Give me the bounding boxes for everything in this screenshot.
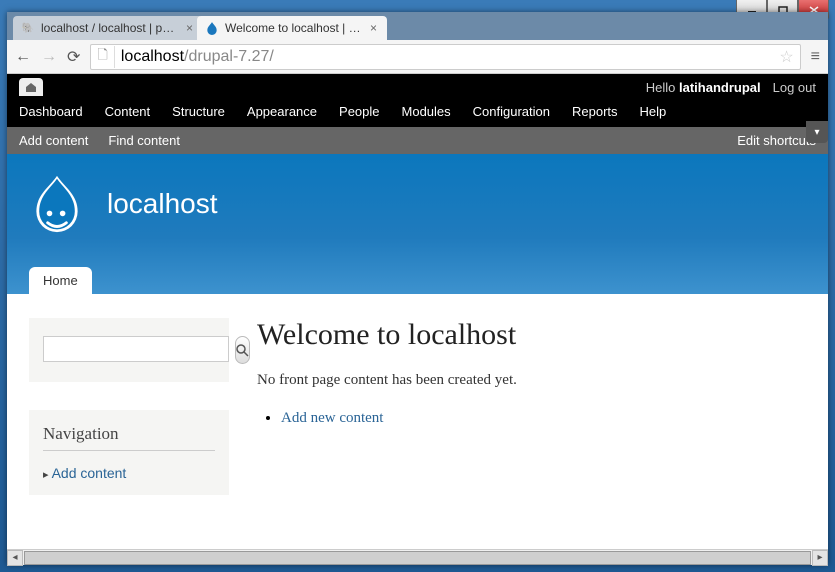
main-tab-home[interactable]: Home: [29, 267, 92, 294]
horizontal-scrollbar[interactable]: ◂ ▸: [7, 549, 828, 565]
greeting-text: Hello latihandrupal: [646, 80, 761, 95]
scroll-thumb[interactable]: [24, 551, 811, 565]
tab-title: Welcome to localhost | localhost: [225, 21, 362, 35]
shortcut-find-content[interactable]: Find content: [108, 133, 180, 148]
sidebar: Navigation Add content: [29, 318, 229, 549]
admin-menu: Dashboard Content Structure Appearance P…: [7, 96, 828, 127]
content-area: Navigation Add content Welcome to localh…: [7, 294, 828, 549]
admin-menu-reports[interactable]: Reports: [572, 104, 618, 119]
admin-menu-modules[interactable]: Modules: [402, 104, 451, 119]
back-button[interactable]: ←: [15, 48, 31, 66]
browser-tab-phpmyadmin[interactable]: 🐘 localhost / localhost | phpMyAdmin ×: [13, 16, 203, 40]
shortcuts-bar: Add content Find content Edit shortcuts: [7, 127, 828, 154]
admin-menu-configuration[interactable]: Configuration: [473, 104, 550, 119]
site-info-icon[interactable]: 🗋: [97, 46, 114, 68]
chrome-menu-icon[interactable]: ≡: [811, 48, 820, 66]
edit-shortcuts-link[interactable]: Edit shortcuts: [737, 133, 816, 148]
username[interactable]: latihandrupal: [679, 80, 761, 95]
url-path: /drupal-7.27/: [184, 48, 274, 65]
main-content: Welcome to localhost No front page conte…: [257, 318, 806, 549]
browser-tab-drupal[interactable]: Welcome to localhost | localhost ×: [197, 16, 387, 40]
forward-button[interactable]: →: [41, 48, 57, 66]
tab-close-icon[interactable]: ×: [184, 21, 195, 35]
browser-toolbar: ← → ⟳ 🗋 localhost/drupal-7.27/ ☆ ≡: [7, 40, 828, 74]
browser-window: 🐘 localhost / localhost | phpMyAdmin × W…: [7, 12, 828, 565]
drupal-logo[interactable]: [29, 174, 85, 234]
site-name[interactable]: localhost: [107, 188, 218, 220]
navigation-block: Navigation Add content: [29, 410, 229, 495]
drupal-favicon: [205, 21, 219, 35]
tab-close-icon[interactable]: ×: [368, 21, 379, 35]
admin-toolbar: Hello latihandrupal Log out Dashboard Co…: [7, 74, 828, 127]
search-button[interactable]: [235, 336, 250, 364]
search-input[interactable]: [43, 336, 229, 362]
url-host: localhost: [121, 48, 184, 65]
address-bar[interactable]: 🗋 localhost/drupal-7.27/ ☆: [90, 44, 800, 70]
admin-menu-structure[interactable]: Structure: [172, 104, 225, 119]
tab-title: localhost / localhost | phpMyAdmin: [41, 21, 178, 35]
logout-link[interactable]: Log out: [773, 80, 816, 95]
admin-home-button[interactable]: [19, 78, 43, 96]
list-item: Add new content: [281, 409, 806, 427]
admin-menu-toggle[interactable]: ▾: [806, 121, 828, 143]
search-block: [29, 318, 229, 382]
scroll-left-arrow[interactable]: ◂: [7, 550, 23, 566]
reload-button[interactable]: ⟳: [67, 47, 80, 67]
page-title: Welcome to localhost: [257, 318, 806, 352]
bookmark-star-icon[interactable]: ☆: [779, 47, 793, 67]
admin-menu-dashboard[interactable]: Dashboard: [19, 104, 83, 119]
admin-menu-appearance[interactable]: Appearance: [247, 104, 317, 119]
search-icon: [236, 344, 249, 357]
nav-link-add-content[interactable]: Add content: [43, 465, 215, 481]
site-header: localhost Home: [7, 154, 828, 294]
url-text: localhost/drupal-7.27/: [121, 48, 274, 66]
admin-menu-content[interactable]: Content: [105, 104, 151, 119]
admin-menu-people[interactable]: People: [339, 104, 379, 119]
navigation-heading: Navigation: [43, 424, 215, 451]
page-viewport: Hello latihandrupal Log out Dashboard Co…: [7, 74, 828, 549]
empty-front-message: No front page content has been created y…: [257, 372, 806, 389]
tab-strip: 🐘 localhost / localhost | phpMyAdmin × W…: [7, 12, 828, 40]
scroll-right-arrow[interactable]: ▸: [812, 550, 828, 566]
shortcut-add-content[interactable]: Add content: [19, 133, 88, 148]
admin-menu-help[interactable]: Help: [640, 104, 667, 119]
phpmyadmin-favicon: 🐘: [21, 21, 35, 35]
add-new-content-link[interactable]: Add new content: [281, 410, 383, 426]
